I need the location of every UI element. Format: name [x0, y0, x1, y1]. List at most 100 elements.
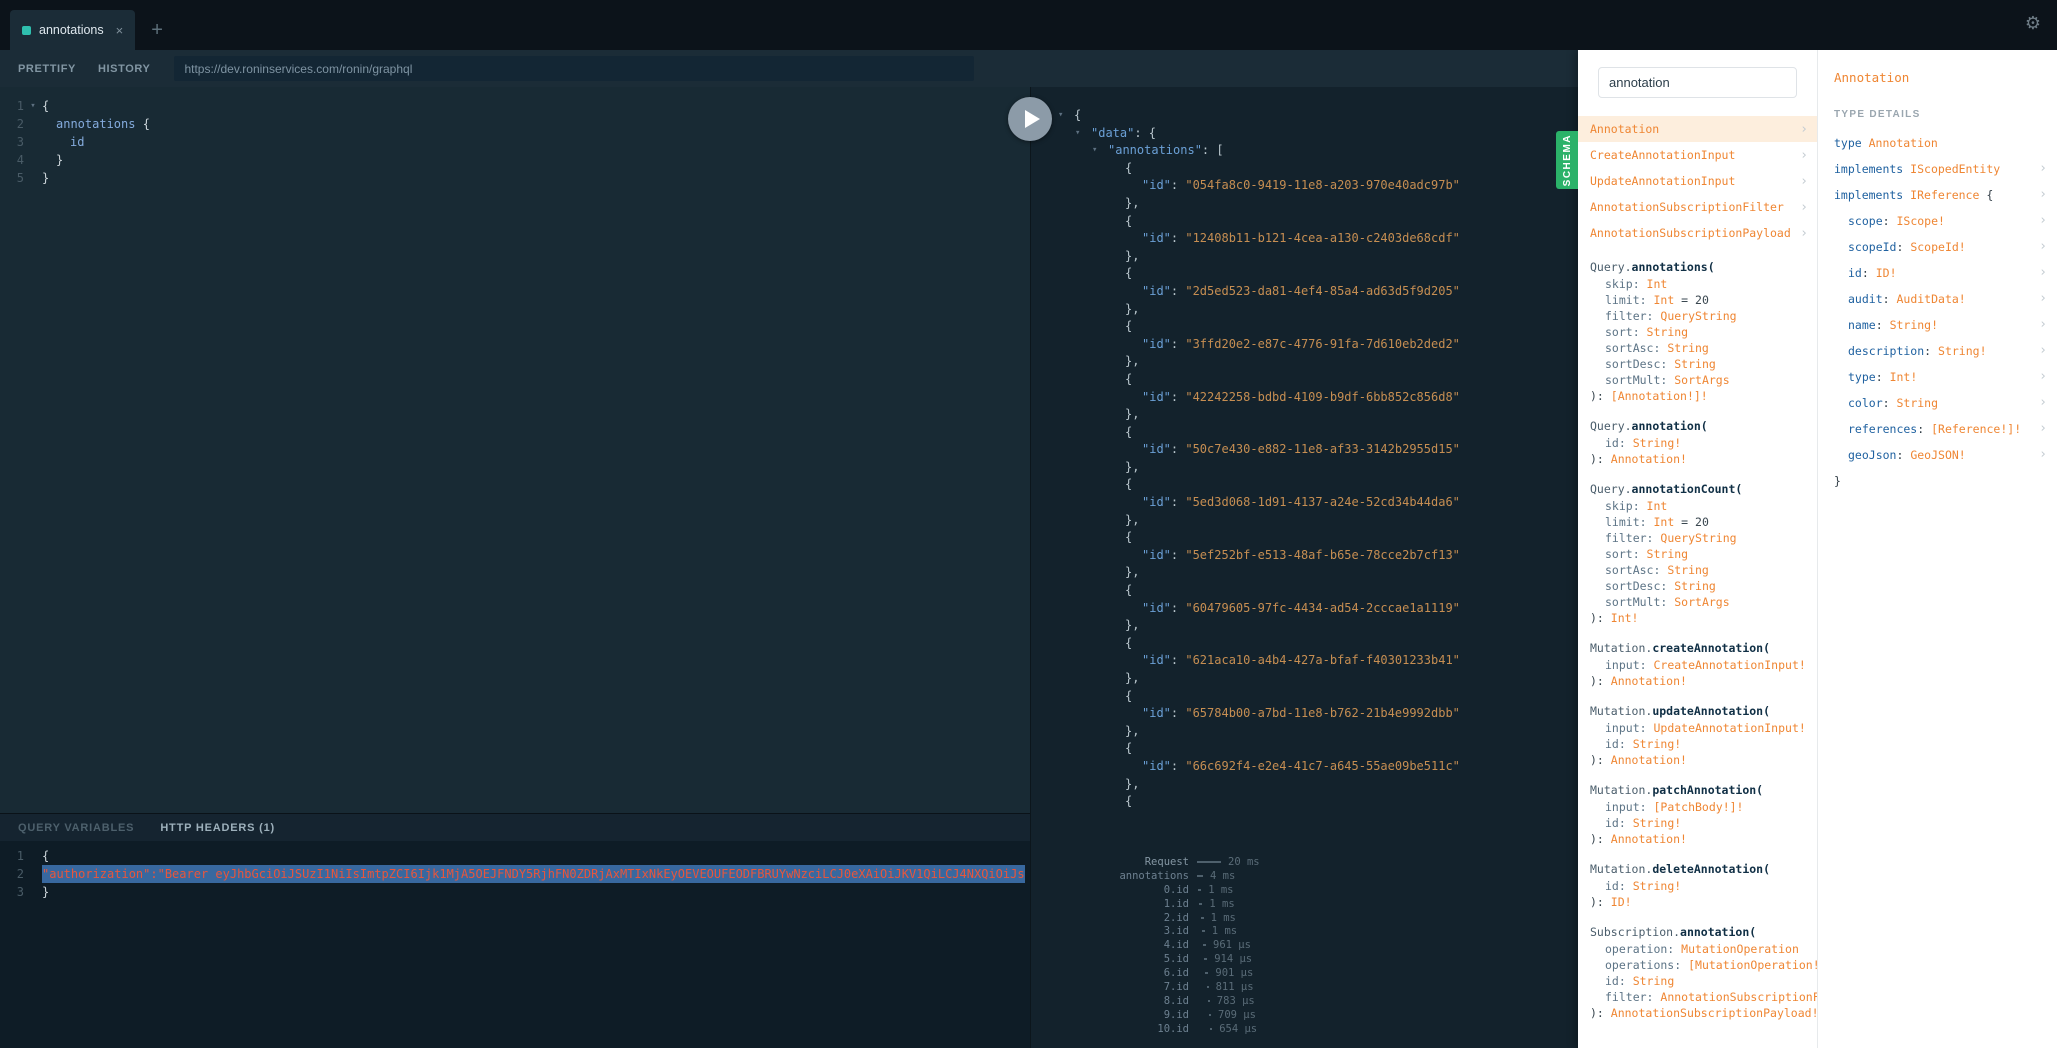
- docs-field-return[interactable]: ): AnnotationSubscriptionPayload!: [1578, 1005, 1817, 1022]
- type-detail-row[interactable]: scope: IScope! ›: [1818, 208, 2057, 234]
- fold-caret-icon[interactable]: ▾: [1092, 142, 1097, 160]
- docs-field-return[interactable]: ): Annotation!: [1578, 673, 1817, 690]
- close-tab-icon[interactable]: ×: [116, 23, 124, 38]
- query-editor[interactable]: 1 ▾{2 annotations {3 id 4} 5}: [0, 87, 1030, 813]
- history-button[interactable]: HISTORY: [98, 63, 151, 75]
- docs-field-arg[interactable]: id: String!: [1578, 736, 1817, 752]
- http-headers-editor[interactable]: 1{2 "authorization":"Bearer eyJhbGciOiJSU…: [0, 841, 1030, 1048]
- docs-field-arg[interactable]: sort: String: [1578, 324, 1817, 340]
- trace-time: 811 μs: [1215, 980, 1254, 993]
- docs-field-arg[interactable]: operations: [MutationOperation!]: [1578, 957, 1817, 973]
- docs-search-input[interactable]: [1609, 75, 1786, 90]
- type-detail-row[interactable]: type Annotation: [1818, 130, 2057, 156]
- docs-type-item[interactable]: Annotation ›: [1578, 116, 1817, 142]
- docs-field-arg[interactable]: sortDesc: String: [1578, 356, 1817, 372]
- docs-field-arg[interactable]: skip: Int: [1578, 276, 1817, 292]
- docs-field-arg[interactable]: sort: String: [1578, 546, 1817, 562]
- chevron-right-icon: ›: [2039, 317, 2047, 332]
- query-editor-line[interactable]: 1 ▾{: [0, 97, 1030, 115]
- docs-field-title[interactable]: Mutation.deleteAnnotation(: [1578, 861, 1817, 878]
- docs-field-arg[interactable]: sortDesc: String: [1578, 578, 1817, 594]
- docs-field-arg[interactable]: sortAsc: String: [1578, 562, 1817, 578]
- docs-field-arg[interactable]: id: String!: [1578, 435, 1817, 451]
- trace-label: 2.id: [1163, 911, 1189, 924]
- chevron-right-icon: ›: [2039, 395, 2047, 410]
- docs-field-arg[interactable]: id: String!: [1578, 878, 1817, 894]
- type-detail-row[interactable]: geoJson: GeoJSON! ›: [1818, 442, 2057, 468]
- variables-header: QUERY VARIABLES HTTP HEADERS (1): [0, 813, 1030, 841]
- docs-field-arg[interactable]: limit: Int = 20: [1578, 292, 1817, 308]
- docs-field-return[interactable]: ): ID!: [1578, 894, 1817, 911]
- docs-field-arg[interactable]: sortAsc: String: [1578, 340, 1817, 356]
- result-pane: ▾{▾ "data": {▾ "annotations": [{"id": "054…: [1030, 87, 1578, 1048]
- type-detail-row[interactable]: color: String ›: [1818, 390, 2057, 416]
- docs-field-arg[interactable]: id: String: [1578, 973, 1817, 989]
- docs-field-title[interactable]: Query.annotations(: [1578, 259, 1817, 276]
- fold-caret-icon[interactable]: ▾: [24, 97, 42, 115]
- type-detail-row[interactable]: implements IScopedEntity ›: [1818, 156, 2057, 182]
- type-detail-row[interactable]: type: Int! ›: [1818, 364, 2057, 390]
- type-detail-row[interactable]: }: [1818, 468, 2057, 494]
- type-detail-row[interactable]: description: String! ›: [1818, 338, 2057, 364]
- docs-field-arg[interactable]: sortMult: SortArgs: [1578, 594, 1817, 610]
- query-editor-line[interactable]: 2 annotations {: [0, 115, 1030, 133]
- docs-field-arg[interactable]: input: CreateAnnotationInput!: [1578, 657, 1817, 673]
- tab-http-headers[interactable]: HTTP HEADERS (1): [160, 822, 275, 834]
- new-tab-button[interactable]: +: [151, 10, 163, 50]
- docs-type-item[interactable]: CreateAnnotationInput ›: [1578, 142, 1817, 168]
- docs-type-item[interactable]: UpdateAnnotationInput ›: [1578, 168, 1817, 194]
- docs-field-arg[interactable]: filter: QueryString: [1578, 530, 1817, 546]
- headers-editor-line[interactable]: 2 "authorization":"Bearer eyJhbGciOiJSUzI…: [0, 865, 1030, 883]
- docs-field-return[interactable]: ): Annotation!: [1578, 451, 1817, 468]
- response-line: "id": "5ef252bf-e513-48af-b65e-78cce2b7c…: [1142, 547, 1460, 562]
- docs-field-arg[interactable]: input: [PatchBody!]!: [1578, 799, 1817, 815]
- docs-field-arg[interactable]: filter: AnnotationSubscriptionFilter: [1578, 989, 1817, 1005]
- docs-field-arg[interactable]: sortMult: SortArgs: [1578, 372, 1817, 388]
- docs-field-return[interactable]: ): Int!: [1578, 610, 1817, 627]
- docs-type-item[interactable]: AnnotationSubscriptionPayload ›: [1578, 220, 1817, 246]
- docs-field-arg[interactable]: skip: Int: [1578, 498, 1817, 514]
- type-detail-row[interactable]: id: ID! ›: [1818, 260, 2057, 286]
- docs-field-title[interactable]: Subscription.annotation(: [1578, 924, 1817, 941]
- type-detail-row[interactable]: scopeId: ScopeId! ›: [1818, 234, 2057, 260]
- prettify-button[interactable]: PRETTIFY: [18, 63, 76, 75]
- endpoint-url-input[interactable]: https://dev.roninservices.com/ronin/grap…: [174, 56, 975, 81]
- type-detail-row[interactable]: implements IReference {›: [1818, 182, 2057, 208]
- tab-query-variables[interactable]: QUERY VARIABLES: [18, 822, 134, 834]
- line-number: 2: [16, 867, 24, 881]
- docs-field-arg[interactable]: limit: Int = 20: [1578, 514, 1817, 530]
- docs-field-return[interactable]: ): [Annotation!]!: [1578, 388, 1817, 405]
- query-editor-line[interactable]: 3 id: [0, 133, 1030, 151]
- settings-gear-icon[interactable]: ⚙: [2025, 13, 2041, 34]
- trace-bar: [1197, 874, 1203, 877]
- docs-field-arg[interactable]: input: UpdateAnnotationInput!: [1578, 720, 1817, 736]
- docs-field-title[interactable]: Query.annotation(: [1578, 418, 1817, 435]
- type-detail-row[interactable]: name: String! ›: [1818, 312, 2057, 338]
- query-editor-line[interactable]: 4}: [0, 151, 1030, 169]
- headers-editor-line[interactable]: 1{: [0, 847, 1030, 865]
- query-editor-line[interactable]: 5}: [0, 169, 1030, 187]
- docs-field-return[interactable]: ): Annotation!: [1578, 752, 1817, 769]
- type-detail-row[interactable]: audit: AuditData! ›: [1818, 286, 2057, 312]
- toolbar: PRETTIFY HISTORY https://dev.roninservic…: [0, 50, 1578, 87]
- tab-annotations[interactable]: annotations ×: [10, 10, 136, 50]
- headers-editor-line[interactable]: 3}: [0, 883, 1030, 901]
- trace-bar: [1206, 985, 1209, 988]
- chevron-right-icon: ›: [2039, 421, 2047, 436]
- type-detail-row[interactable]: references: [Reference!]! ›: [1818, 416, 2057, 442]
- docs-field-arg[interactable]: filter: QueryString: [1578, 308, 1817, 324]
- docs-field-title[interactable]: Mutation.createAnnotation(: [1578, 640, 1817, 657]
- execute-button[interactable]: [1008, 97, 1052, 141]
- docs-type-item[interactable]: AnnotationSubscriptionFilter ›: [1578, 194, 1817, 220]
- headers-editor-lines: 1{2 "authorization":"Bearer eyJhbGciOiJSU…: [0, 847, 1030, 901]
- docs-field-return[interactable]: ): Annotation!: [1578, 831, 1817, 848]
- docs-field-title[interactable]: Query.annotationCount(: [1578, 481, 1817, 498]
- schema-side-tab[interactable]: SCHEMA: [1556, 131, 1578, 189]
- docs-field-arg[interactable]: operation: MutationOperation: [1578, 941, 1817, 957]
- docs-field-arg[interactable]: id: String!: [1578, 815, 1817, 831]
- fold-caret-icon[interactable]: ▾: [1058, 107, 1063, 125]
- docs-field-title[interactable]: Mutation.updateAnnotation(: [1578, 703, 1817, 720]
- fold-caret-icon[interactable]: ▾: [1075, 125, 1080, 143]
- docs-field-title[interactable]: Mutation.patchAnnotation(: [1578, 782, 1817, 799]
